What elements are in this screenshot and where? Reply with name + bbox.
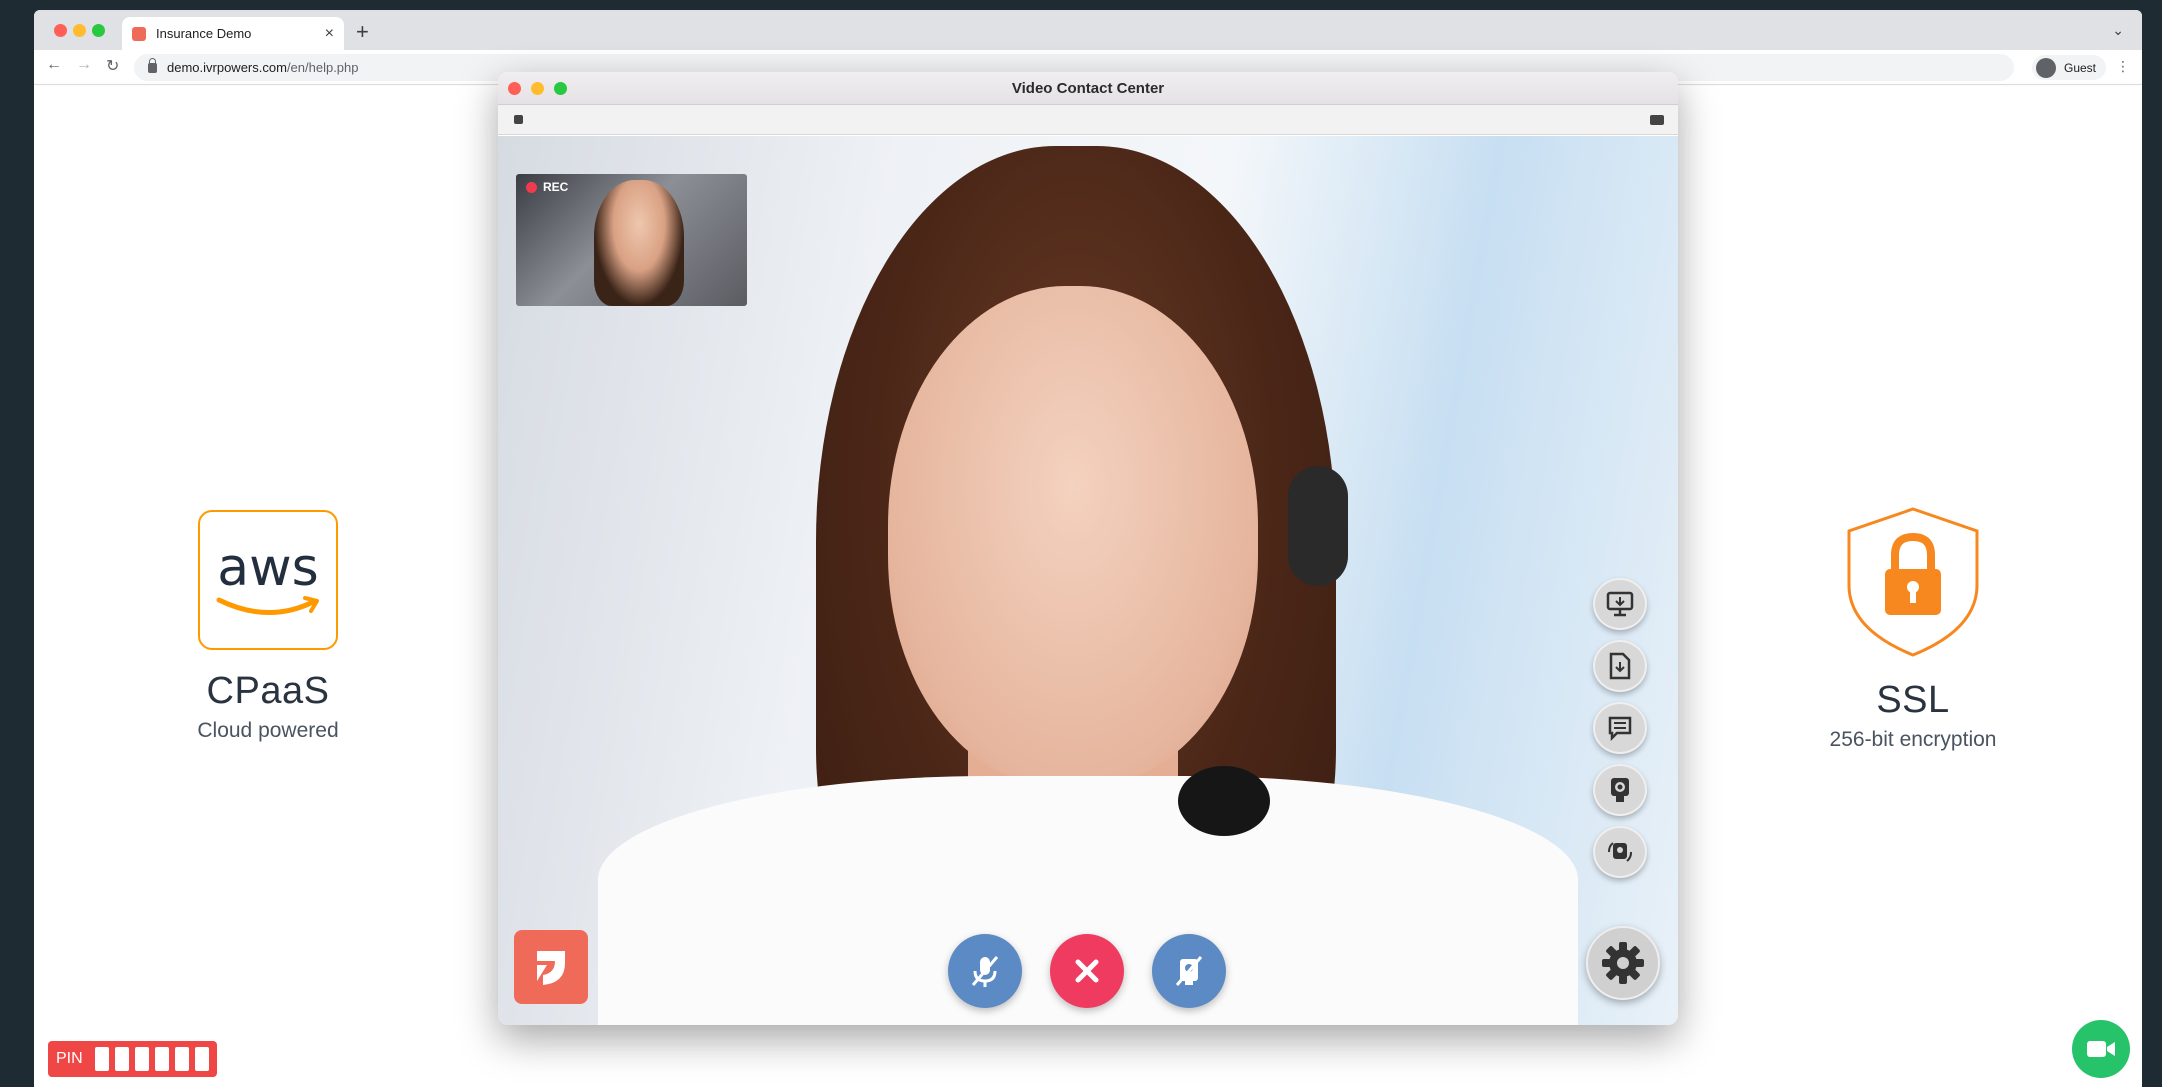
recording-indicator: REC [526,180,568,194]
headset-earpiece [1288,466,1348,586]
chat-icon [1608,716,1632,741]
feature-subtitle: Cloud powered [197,719,339,742]
close-window-button[interactable] [54,24,67,37]
reload-button[interactable]: ↻ [106,56,119,76]
feature-cpaas: aws CPaaS Cloud powered [138,510,398,743]
tab-title: Insurance Demo [156,26,252,41]
brand-logo-button[interactable] [514,930,588,1004]
browser-menu-icon[interactable]: ⋮ [2116,58,2130,75]
pin-digit [94,1047,109,1071]
headset-microphone [1178,766,1270,836]
avatar-icon [2035,57,2056,78]
tab-close-icon[interactable]: × [325,25,334,43]
webcam-button[interactable] [1593,764,1647,816]
brand-logo-icon [537,951,565,985]
side-toolbar [1593,578,1647,878]
agent-video-face [888,286,1258,786]
lock-icon [514,115,523,124]
video-window-titlebar: Video Contact Center [498,72,1678,105]
pin-digit [114,1047,129,1071]
close-video-window-button[interactable] [508,82,521,95]
pin-digit [174,1047,189,1071]
new-tab-button[interactable]: + [356,19,369,45]
video-camera-icon [2087,1041,2115,1057]
camera-indicator-icon [1650,115,1664,125]
aws-smile-icon [216,596,319,615]
url-host: demo.ivrpowers.com [167,60,287,75]
video-window-title: Video Contact Center [1011,79,1165,97]
tab-insurance-demo[interactable]: Insurance Demo × [122,17,344,50]
aws-logo: aws [198,510,338,650]
minimize-video-window-button[interactable] [531,82,544,95]
tab-strip: Insurance Demo × + ⌄ [34,10,2142,50]
microphone-off-icon [971,956,999,987]
screen-share-button[interactable] [1593,578,1647,630]
hang-up-button[interactable] [1050,934,1124,1008]
pin-digit [194,1047,209,1071]
file-download-icon [1609,652,1631,680]
maximize-window-button[interactable] [92,24,105,37]
record-dot-icon [526,181,537,193]
feature-ssl: SSL 256-bit encryption [1783,505,2043,752]
disable-camera-button[interactable] [1152,934,1226,1008]
back-button[interactable]: ← [46,56,62,74]
feature-title: SSL [1876,679,1950,721]
chat-button[interactable] [1593,702,1647,754]
remote-video: REC [498,136,1678,1025]
pin-digit [134,1047,149,1071]
profile-label: Guest [2063,60,2096,75]
feature-title: CPaaS [206,670,330,712]
feature-subtitle: 256-bit encryption [1829,728,1997,751]
video-window-bar [498,105,1678,135]
local-video-person [594,180,684,306]
gear-icon [1602,942,1644,984]
call-controls [948,934,1226,1008]
tab-search-icon[interactable]: ⌄ [2112,22,2124,39]
local-video-preview[interactable]: REC [516,174,747,306]
pin-label: PIN [56,1050,83,1067]
pin-badge[interactable]: PIN [48,1041,217,1077]
camera-off-icon [1175,956,1203,986]
video-call-button[interactable] [2072,1020,2130,1078]
shield-lock-icon [1847,507,1979,657]
pin-digit [154,1047,169,1071]
maximize-video-window-button[interactable] [554,82,567,95]
url-path: /en/help.php [286,60,359,75]
switch-camera-button[interactable] [1593,826,1647,878]
close-icon [1075,959,1099,983]
webcam-icon [1611,778,1629,802]
minimize-window-button[interactable] [73,24,86,37]
file-download-button[interactable] [1593,640,1647,692]
aws-logo-text: aws [217,538,319,598]
profile-button[interactable]: Guest [2031,55,2106,80]
forward-button[interactable]: → [76,56,92,74]
camera-switch-icon [1608,842,1632,862]
rec-label: REC [543,180,569,194]
favicon-icon [132,26,146,41]
mute-microphone-button[interactable] [948,934,1022,1008]
settings-button[interactable] [1586,926,1660,1000]
video-contact-window: Video Contact Center REC [498,72,1678,1025]
lock-icon[interactable] [148,57,157,73]
screen-share-icon [1606,591,1634,617]
